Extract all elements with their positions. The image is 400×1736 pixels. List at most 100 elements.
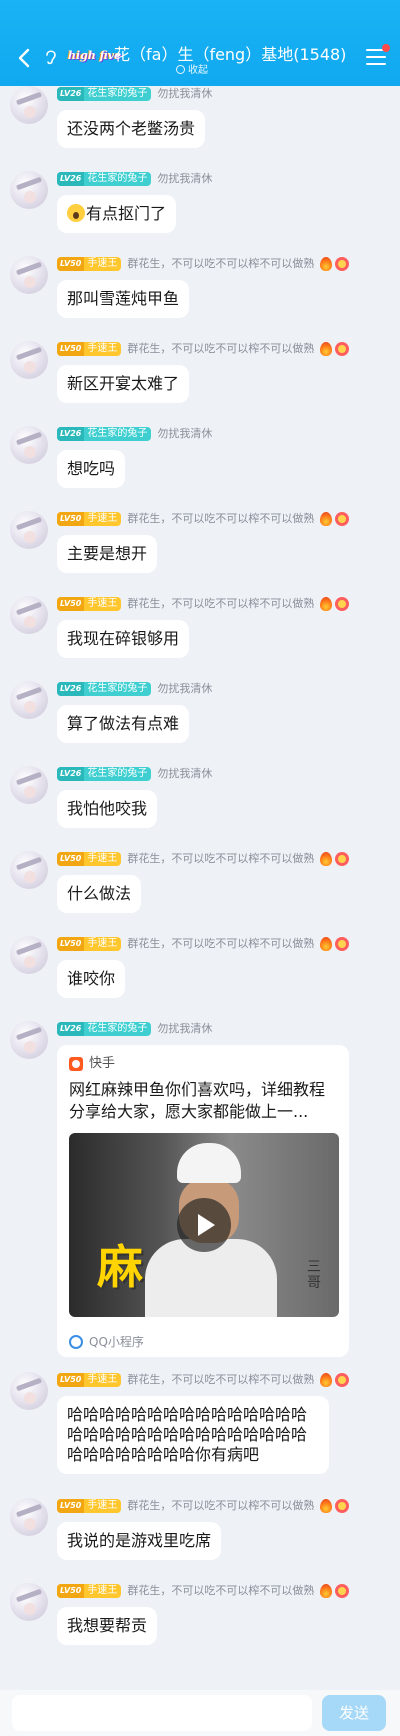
sender-name[interactable]: 勿扰我清休 (157, 682, 212, 695)
title-badge: LV50 手速王 (57, 852, 122, 866)
notification-dot (382, 44, 390, 52)
emoji-badge-icon (335, 1373, 350, 1387)
avatar[interactable] (10, 511, 48, 549)
sender-meta: LV50 手速王 群花生，不可以吃不可以榨不可以做熟 (57, 1583, 350, 1599)
message-bubble[interactable]: 谁咬你 (57, 960, 126, 998)
sender-meta: LV50 手速王 群花生，不可以吃不可以榨不可以做熟 (57, 511, 350, 527)
title-badge: LV50 手速王 (57, 597, 122, 611)
title-badge: LV26 花生家的兔子 (57, 767, 152, 781)
message-bubble[interactable]: 还没两个老鳖汤贵 (57, 110, 206, 148)
sender-name[interactable]: 勿扰我清休 (157, 172, 212, 185)
title-badge: LV50 手速王 (57, 1373, 122, 1387)
message-bubble[interactable]: 哈哈哈哈哈哈哈哈哈哈哈哈哈哈哈哈哈哈哈哈哈哈哈哈哈哈哈哈哈哈哈哈哈哈哈哈哈哈你有… (57, 1396, 329, 1474)
card-title: 网红麻辣甲鱼你们喜欢吗，详细教程分享给大家，愿大家都能做上一... (69, 1080, 326, 1121)
message-bubble[interactable]: 有点抠门了 (57, 195, 177, 233)
avatar[interactable] (10, 851, 48, 889)
avatar[interactable] (10, 1583, 48, 1621)
title-badge: LV26 花生家的兔子 (57, 1022, 152, 1036)
emoji-badge-icon (335, 512, 350, 526)
avatar[interactable] (10, 1021, 48, 1059)
sender-name[interactable]: 勿扰我清休 (157, 427, 212, 440)
sender-name[interactable]: 群花生，不可以吃不可以榨不可以做熟 (127, 342, 314, 355)
message-bubble[interactable]: 那叫雪莲炖甲鱼 (57, 280, 190, 318)
message-composer: 发送 (0, 1690, 400, 1736)
fire-icon (320, 852, 333, 866)
avatar[interactable] (10, 426, 48, 464)
sender-meta: LV26 花生家的兔子 勿扰我清休 (57, 426, 212, 442)
mini-program-card[interactable]: 快手 网红麻辣甲鱼你们喜欢吗，详细教程分享给大家，愿大家都能做上一... 麻 三… (57, 1045, 349, 1357)
message-bubble[interactable]: 我怕他咬我 (57, 790, 158, 828)
sender-meta: LV50 手速王 群花生，不可以吃不可以榨不可以做熟 (57, 1498, 350, 1514)
avatar[interactable] (10, 936, 48, 974)
sender-meta: LV50 手速王 群花生，不可以吃不可以榨不可以做熟 (57, 936, 350, 952)
sender-meta: LV26 花生家的兔子 勿扰我清休 (57, 1021, 212, 1037)
avatar[interactable] (10, 1372, 48, 1410)
collapse-label: 收起 (188, 65, 208, 76)
group-title[interactable]: 花（fa）生（feng）基地(1548) (114, 43, 358, 67)
chevron-left-icon (18, 48, 30, 68)
message-bubble[interactable]: 我说的是游戏里吃席 (57, 1522, 222, 1560)
sender-meta: LV26 花生家的兔子 勿扰我清休 (57, 171, 212, 187)
sender-name[interactable]: 勿扰我清休 (157, 1022, 212, 1035)
title-badge: LV26 花生家的兔子 (57, 682, 152, 696)
sender-name[interactable]: 群花生，不可以吃不可以榨不可以做熟 (127, 1499, 314, 1512)
avatar[interactable] (10, 766, 48, 804)
message-bubble[interactable]: 主要是想开 (57, 535, 158, 573)
kuaishou-icon (69, 1057, 83, 1071)
message-bubble[interactable]: 什么做法 (57, 875, 142, 913)
title-badge: LV26 花生家的兔子 (57, 427, 152, 441)
emoji-badge-icon (335, 597, 350, 611)
play-icon[interactable] (177, 1198, 231, 1252)
sender-name[interactable]: 群花生，不可以吃不可以榨不可以做熟 (127, 1584, 314, 1597)
avatar[interactable] (10, 86, 48, 124)
message-list[interactable]: LV26 花生家的兔子 勿扰我清休 还没两个老鳖汤贵 LV26 花生家的兔子 勿扰我清休… (0, 86, 400, 1690)
card-source: 快手 (89, 1056, 116, 1071)
title-badge: LV50 手速王 (57, 512, 122, 526)
message-bubble[interactable]: 新区开宴太难了 (57, 365, 190, 403)
back-button[interactable] (10, 44, 38, 72)
fire-icon (320, 342, 333, 356)
fire-icon (320, 937, 333, 951)
title-badge: LV26 花生家的兔子 (57, 172, 152, 186)
sender-meta: LV50 手速王 群花生，不可以吃不可以榨不可以做熟 (57, 341, 350, 357)
sender-name[interactable]: 群花生，不可以吃不可以榨不可以做熟 (127, 257, 314, 270)
emoji-badge-icon (335, 1499, 350, 1513)
sender-name[interactable]: 群花生，不可以吃不可以榨不可以做熟 (127, 852, 314, 865)
card-footer: QQ小程序 (89, 1335, 144, 1349)
sender-name[interactable]: 勿扰我清休 (157, 767, 212, 780)
avatar[interactable] (10, 681, 48, 719)
fire-icon (320, 257, 333, 271)
avatar[interactable] (10, 596, 48, 634)
thumbnail-side-text: 三哥 (307, 1259, 321, 1291)
menu-button[interactable] (366, 49, 386, 67)
send-button[interactable]: 发送 (322, 1695, 386, 1731)
sender-meta: LV50 手速王 群花生，不可以吃不可以榨不可以做熟 (57, 596, 350, 612)
sender-name[interactable]: 勿扰我清休 (157, 87, 212, 100)
emoji-badge-icon (335, 937, 350, 951)
sender-meta: LV26 花生家的兔子 勿扰我清休 (57, 86, 212, 102)
collapse-toggle[interactable]: 收起 (176, 65, 208, 77)
thumbnail-overlay-text: 麻 (97, 1240, 143, 1294)
message-bubble[interactable]: 想吃吗 (57, 450, 126, 488)
avatar[interactable] (10, 171, 48, 209)
sender-name[interactable]: 群花生，不可以吃不可以榨不可以做熟 (127, 512, 314, 525)
chat-header: high five 花（fa）生（feng）基地(1548) 收起 (0, 0, 400, 86)
video-thumbnail[interactable]: 麻 三哥 (69, 1133, 339, 1317)
title-badge: LV50 手速王 (57, 1499, 122, 1513)
emoji-badge-icon (335, 852, 350, 866)
message-input[interactable] (12, 1695, 312, 1731)
avatar[interactable] (10, 341, 48, 379)
avatar[interactable] (10, 256, 48, 294)
fire-icon (320, 512, 333, 526)
emoji-badge-icon (335, 342, 350, 356)
sender-name[interactable]: 群花生，不可以吃不可以榨不可以做熟 (127, 1373, 314, 1386)
message-bubble[interactable]: 我现在碎银够用 (57, 620, 190, 658)
message-bubble[interactable]: 我想要帮贡 (57, 1607, 158, 1645)
avatar[interactable] (10, 1498, 48, 1536)
sender-name[interactable]: 群花生，不可以吃不可以榨不可以做熟 (127, 937, 314, 950)
fire-icon (320, 1373, 333, 1387)
message-bubble[interactable]: 算了做法有点难 (57, 705, 190, 743)
fire-icon (320, 1584, 333, 1598)
sender-name[interactable]: 群花生，不可以吃不可以榨不可以做熟 (127, 597, 314, 610)
sender-meta: LV26 花生家的兔子 勿扰我清休 (57, 681, 212, 697)
